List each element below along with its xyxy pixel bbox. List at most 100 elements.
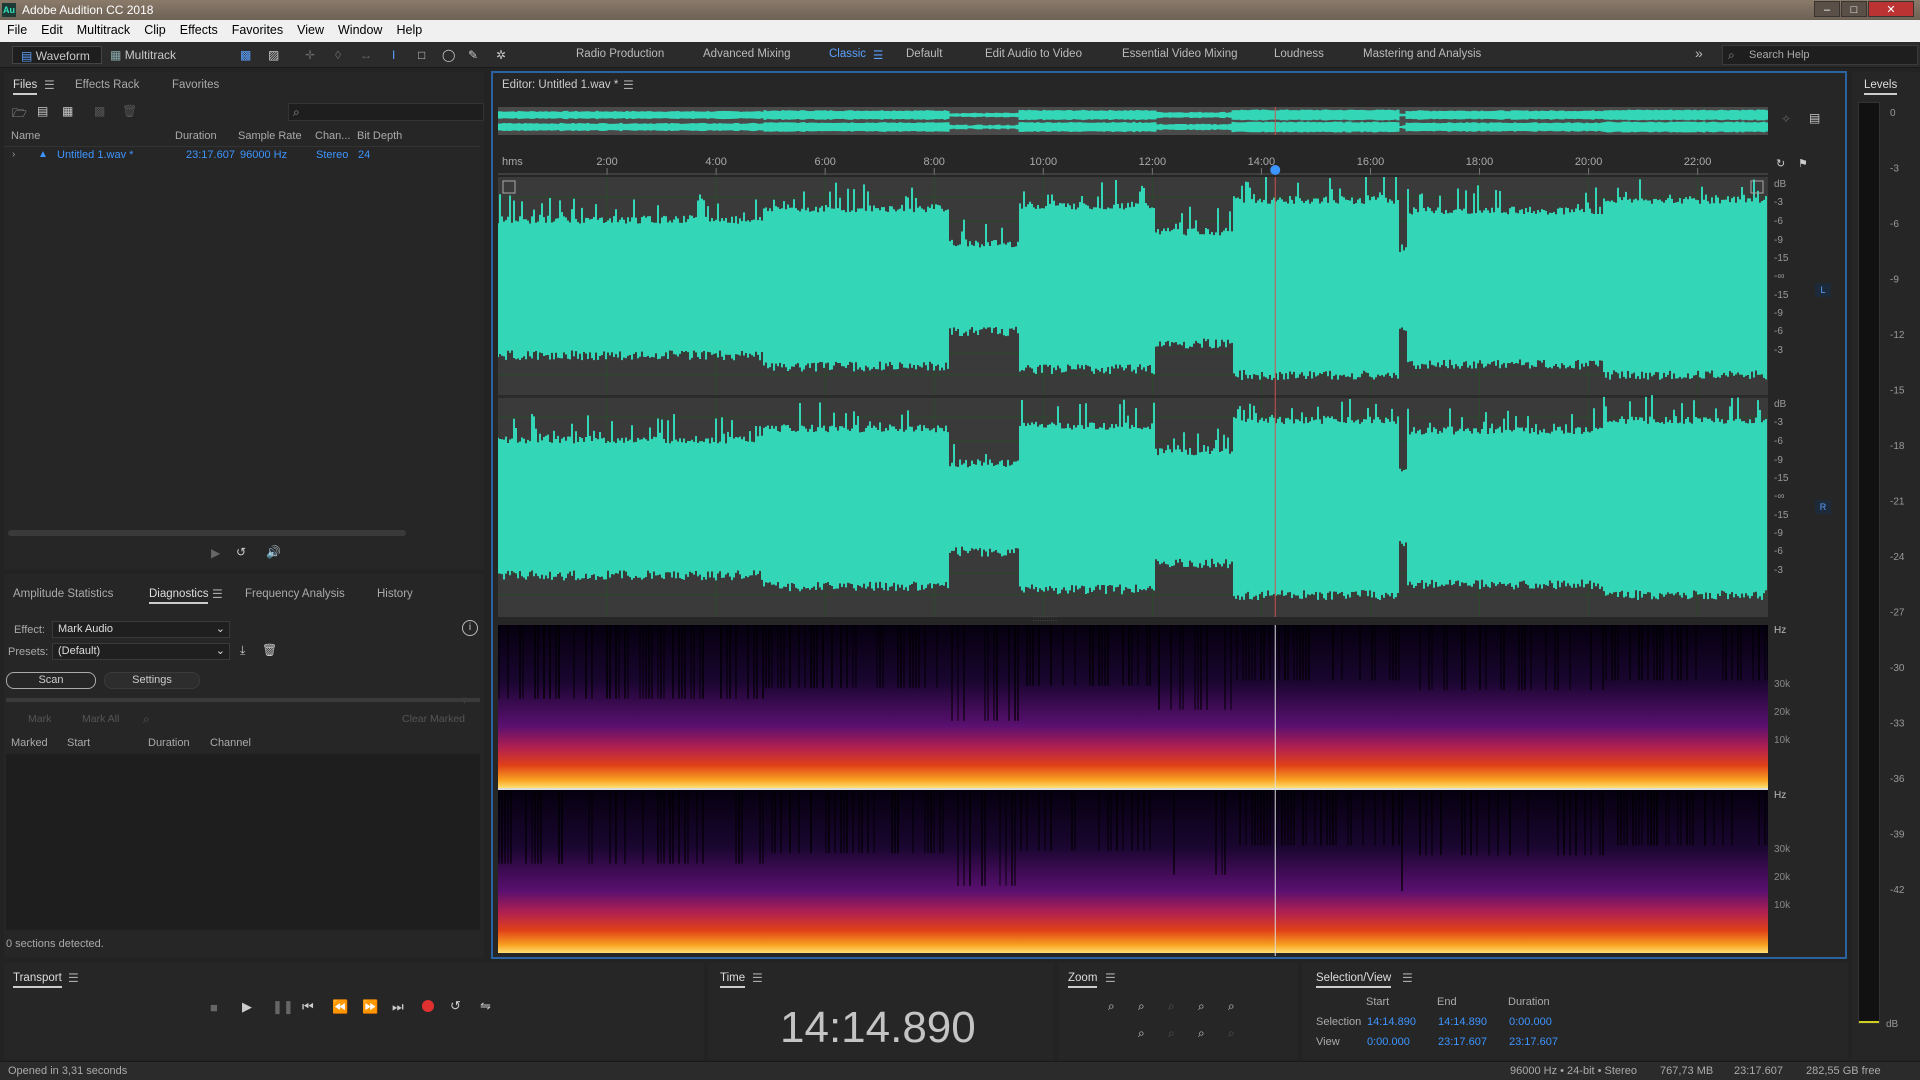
insert-multitrack-icon[interactable]: ▩	[94, 104, 105, 118]
view-duration[interactable]: 23:17.607	[1509, 1036, 1558, 1048]
save-preset-icon[interactable]: ⤓	[240, 643, 245, 658]
brush-tool-icon[interactable]: ✎	[468, 46, 478, 64]
selection-start[interactable]: 14:14.890	[1367, 1016, 1416, 1028]
zoom-fit-icon[interactable]: ✧	[1781, 112, 1791, 126]
channel-right-badge[interactable]: R	[1815, 500, 1831, 514]
search-help-field[interactable]: ⌕ Search Help	[1722, 45, 1918, 65]
divider-handle[interactable]: :::::::::::	[1015, 615, 1075, 623]
zoom-out-time-icon[interactable]: ⌕	[1198, 1026, 1205, 1041]
skip-selection-icon[interactable]: ⇋	[480, 998, 491, 1014]
col-channels[interactable]: Chan...	[315, 130, 350, 142]
workspace-radio-production[interactable]: Radio Production	[576, 48, 664, 60]
loop-icon[interactable]: ↺	[450, 998, 461, 1014]
skip-back-icon[interactable]: ⏮	[302, 999, 314, 1015]
menu-clip[interactable]: Clip	[137, 20, 173, 37]
lasso-tool-icon[interactable]: ◯	[442, 46, 455, 64]
menu-edit[interactable]: Edit	[34, 20, 70, 37]
selection-end[interactable]: 14:14.890	[1438, 1016, 1487, 1028]
zoom-out-full-icon[interactable]: ⌕	[1228, 999, 1235, 1014]
col-start[interactable]: Start	[67, 737, 90, 749]
selection-duration[interactable]: 0:00.000	[1509, 1016, 1552, 1028]
zoom-in-time-icon[interactable]: ⌕	[1198, 999, 1205, 1014]
col-channel[interactable]: Channel	[210, 737, 251, 749]
spectral-display-icon[interactable]: ▩	[240, 46, 251, 64]
workspace-loudness[interactable]: Loudness	[1274, 48, 1324, 60]
menu-file[interactable]: File	[0, 20, 34, 37]
workspace-mastering-and-analysis[interactable]: Mastering and Analysis	[1363, 48, 1481, 60]
overview-bar[interactable]	[498, 107, 1768, 135]
files-scrollbar[interactable]	[8, 530, 406, 536]
zoom-reset-icon[interactable]: ⌕	[1228, 1026, 1235, 1041]
stop-icon[interactable]: ■	[210, 1000, 218, 1015]
scan-button[interactable]: Scan	[6, 672, 96, 689]
pitch-display-icon[interactable]: ▨	[268, 46, 279, 64]
spot-healing-tool-icon[interactable]: ✲	[496, 46, 506, 64]
col-marked[interactable]: Marked	[11, 737, 48, 749]
zoom-menu-icon[interactable]: ☰	[1105, 971, 1116, 985]
close-icon[interactable]: ✕	[1868, 1, 1914, 17]
mark-all-button[interactable]: Mark All	[82, 713, 119, 725]
mark-button[interactable]: Mark	[28, 713, 51, 725]
settings-divider[interactable]	[6, 698, 480, 702]
workspace-classic[interactable]: Classic	[829, 48, 866, 60]
new-file-icon[interactable]: ▦	[62, 104, 73, 118]
rewind-icon[interactable]: ⏪	[332, 999, 348, 1015]
files-panel-menu-icon[interactable]: ☰	[44, 78, 55, 92]
delete-file-icon[interactable]: 🗑	[122, 104, 137, 118]
waveform-display[interactable]	[498, 177, 1768, 617]
zoom-in-amplitude-icon[interactable]: ⌕	[1108, 999, 1115, 1014]
col-bit-depth[interactable]: Bit Depth	[357, 130, 402, 142]
maximize-icon[interactable]: □	[1841, 1, 1867, 17]
selection-view-menu-icon[interactable]: ☰	[1402, 971, 1413, 985]
tab-history[interactable]: History	[377, 588, 413, 600]
zoom-in-out-point-icon[interactable]: ⌕	[1138, 1026, 1145, 1041]
workspace-edit-audio-to-video[interactable]: Edit Audio to Video	[985, 48, 1082, 60]
zoom-to-marked-icon[interactable]: ⌕	[143, 712, 150, 727]
skip-forward-icon[interactable]: ⏭	[392, 999, 404, 1015]
more-workspaces-icon[interactable]: »	[1695, 45, 1703, 61]
files-search-input[interactable]: ⌕	[288, 103, 484, 121]
marquee-tool-icon[interactable]: □	[418, 46, 425, 64]
col-name[interactable]: Name	[11, 130, 40, 142]
play-icon[interactable]: ▶	[242, 999, 252, 1015]
tab-favorites[interactable]: Favorites	[172, 79, 219, 91]
spectral-display[interactable]	[498, 625, 1768, 956]
menu-window[interactable]: Window	[331, 20, 389, 37]
time-display[interactable]: 14:14.890	[780, 1003, 976, 1053]
razor-tool-icon[interactable]: ◊	[335, 46, 341, 64]
open-file-icon[interactable]: 🗁	[12, 104, 27, 125]
menu-effects[interactable]: Effects	[173, 20, 225, 37]
workspace-default[interactable]: Default	[906, 48, 942, 60]
workspace-menu-icon[interactable]: ☰	[873, 48, 883, 62]
settings-button[interactable]: Settings	[104, 672, 200, 689]
menu-help[interactable]: Help	[389, 20, 429, 37]
waveform-view-button[interactable]: ▤ Waveform	[12, 46, 102, 64]
auto-play-icon[interactable]: 🔊	[266, 545, 281, 559]
fast-forward-icon[interactable]: ⏩	[362, 999, 378, 1015]
play-preview-icon[interactable]: ▶	[211, 546, 220, 560]
effect-select[interactable]: Mark Audio ⌄	[52, 621, 230, 638]
expand-arrow-icon[interactable]: ›	[12, 149, 15, 160]
tab-diagnostics[interactable]: Diagnostics	[149, 588, 209, 604]
presets-select[interactable]: (Default) ⌄	[52, 643, 230, 660]
info-icon[interactable]: i	[462, 620, 478, 636]
view-start[interactable]: 0:00.000	[1367, 1036, 1410, 1048]
snap-icon[interactable]: ⚑	[1798, 157, 1808, 170]
time-menu-icon[interactable]: ☰	[752, 971, 763, 985]
editor-menu-icon[interactable]: ☰	[623, 78, 634, 92]
col-duration[interactable]: Duration	[175, 130, 217, 142]
menu-view[interactable]: View	[290, 20, 331, 37]
move-tool-icon[interactable]: ✛	[305, 46, 315, 64]
zoom-selection-out-icon[interactable]: ⌕	[1168, 1026, 1175, 1041]
loop-preview-icon[interactable]: ↺	[236, 545, 246, 559]
tab-amplitude-statistics[interactable]: Amplitude Statistics	[13, 588, 113, 600]
table-row[interactable]: › ▲ Untitled 1.wav * 23:17.607 96000 Hz …	[4, 148, 480, 164]
level-meter[interactable]	[1858, 102, 1880, 1024]
tab-frequency-analysis[interactable]: Frequency Analysis	[245, 588, 345, 600]
minimize-icon[interactable]: –	[1814, 1, 1840, 17]
col-duration[interactable]: Duration	[148, 737, 190, 749]
diagnostics-results-list[interactable]	[6, 754, 480, 930]
tab-effects-rack[interactable]: Effects Rack	[75, 79, 139, 91]
transport-menu-icon[interactable]: ☰	[68, 971, 79, 985]
menu-multitrack[interactable]: Multitrack	[70, 20, 137, 37]
